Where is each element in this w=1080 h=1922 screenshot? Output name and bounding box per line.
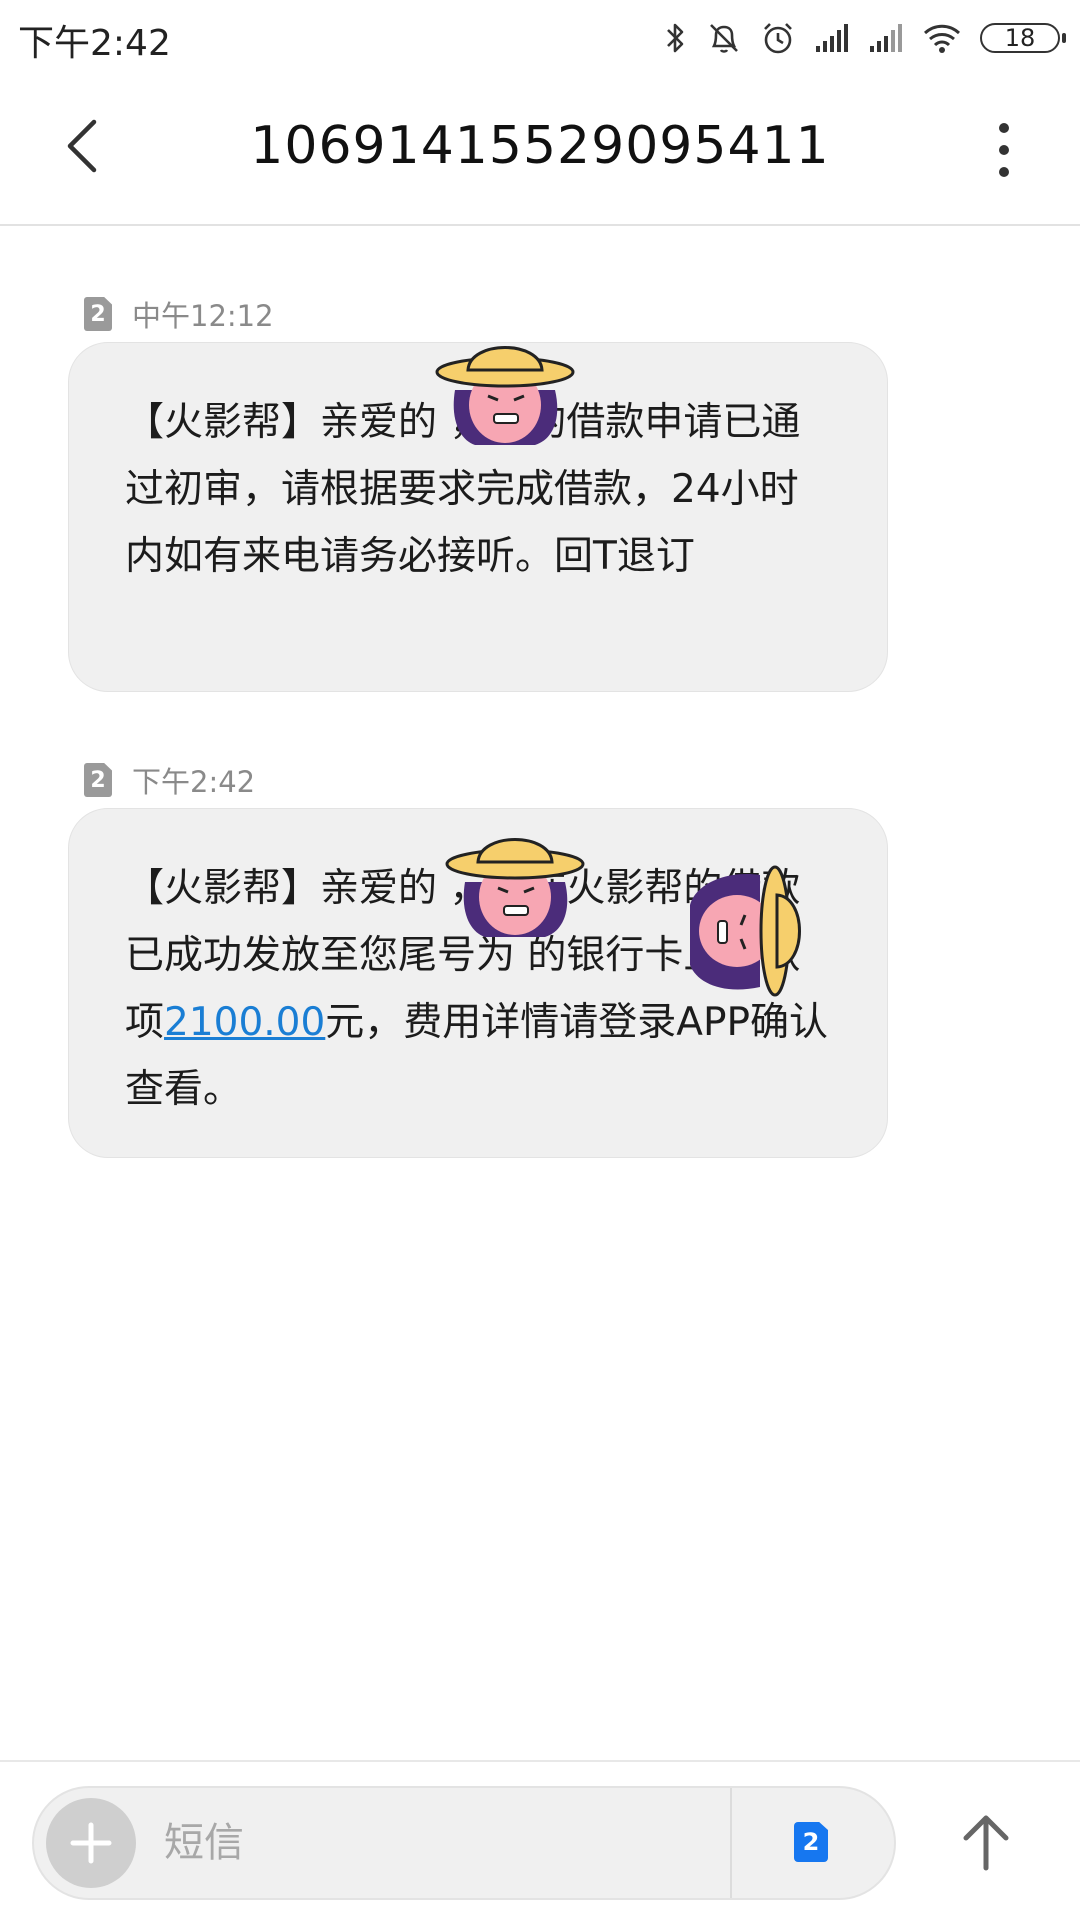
message-time: 中午12:12 — [132, 299, 274, 333]
sticker-face-icon — [445, 838, 585, 937]
more-vertical-icon — [999, 123, 1009, 177]
message-input[interactable]: 短信 — [164, 1810, 244, 1876]
battery-icon: 18 — [980, 23, 1066, 53]
wifi-icon — [923, 24, 961, 53]
battery-level: 18 — [1004, 24, 1036, 52]
page-title: 10691415529095411 — [250, 116, 830, 176]
sticker-face-icon — [435, 346, 575, 445]
message-meta: 2 中午12:12 — [84, 294, 274, 334]
send-button[interactable] — [956, 1812, 1016, 1872]
signal-icon — [870, 24, 902, 52]
bluetooth-icon — [667, 23, 684, 53]
status-icons: 18 — [664, 14, 1066, 62]
sim-2-icon: 2 — [84, 297, 112, 331]
sim-2-icon: 2 — [84, 763, 112, 797]
composer-pill: 短信 2 — [32, 1786, 896, 1900]
more-options-button[interactable] — [992, 120, 1016, 190]
plus-icon — [70, 1822, 112, 1864]
message-time: 下午2:42 — [132, 765, 256, 799]
arrow-up-icon — [963, 1815, 1009, 1871]
composer-bar: 短信 2 — [0, 1760, 1080, 1922]
conversation-header: 10691415529095411 — [0, 76, 1080, 226]
status-time: 下午2:42 — [18, 23, 171, 64]
sim-select-button[interactable]: 2 — [794, 1822, 828, 1862]
alarm-icon — [764, 23, 792, 54]
add-attachment-button[interactable] — [46, 1798, 136, 1888]
signal-icon — [816, 24, 848, 52]
mute-icon — [710, 24, 738, 53]
message-meta: 2 下午2:42 — [84, 760, 255, 800]
divider — [730, 1788, 732, 1898]
status-bar: 下午2:42 18 — [0, 0, 1080, 76]
sticker-face-icon — [690, 865, 801, 997]
amount-link[interactable]: 2100.00 — [164, 1000, 325, 1045]
